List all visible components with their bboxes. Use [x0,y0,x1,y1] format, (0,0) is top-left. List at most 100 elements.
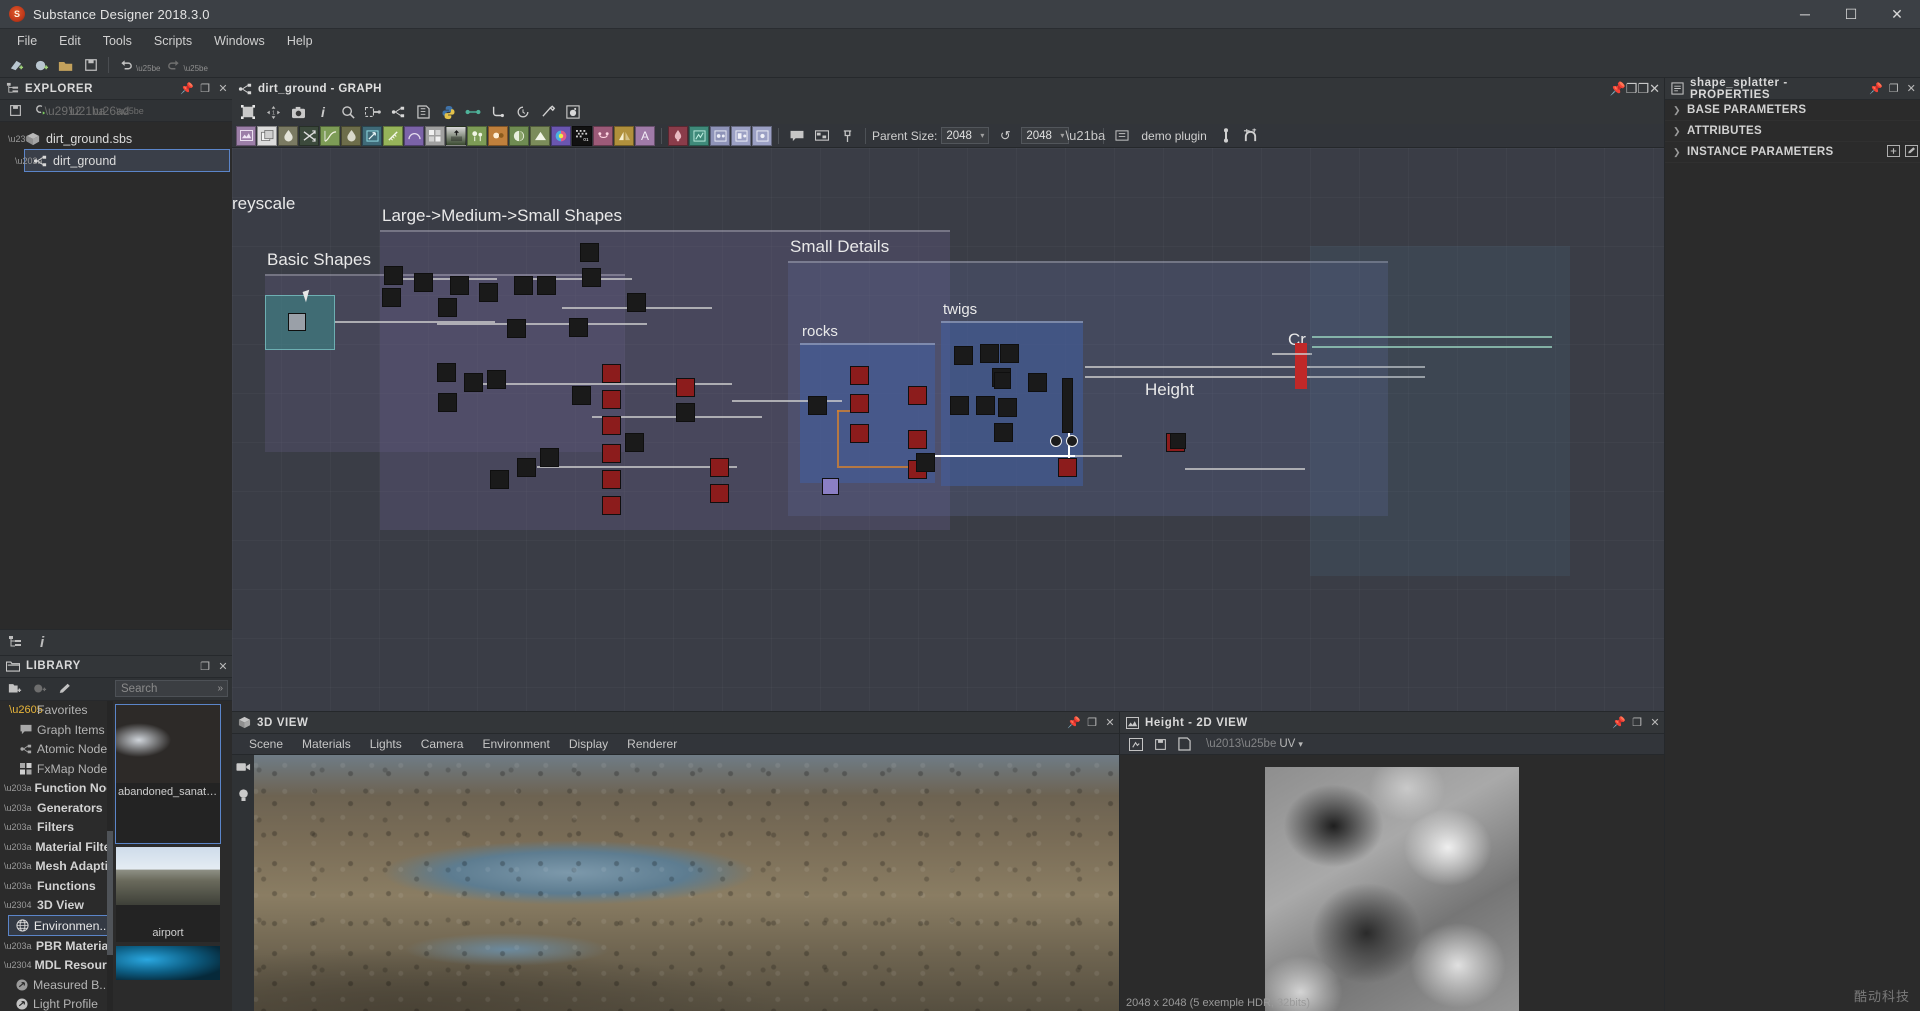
graph-node-icon[interactable] [386,101,410,123]
shuffle-node-icon[interactable] [299,125,319,146]
properties-section-attributes[interactable]: ❯ ATTRIBUTES [1665,121,1920,142]
chevron-right-icon[interactable]: \u203a [15,156,43,166]
view3d-menu-lights[interactable]: Lights [361,734,411,755]
input-node-icon-2[interactable] [731,125,751,146]
graph-node[interactable] [438,298,457,317]
graph-node-red[interactable] [908,430,927,449]
view3d-menu-materials[interactable]: Materials [293,734,360,755]
graph-node-red[interactable] [602,496,621,515]
graph-node[interactable] [998,398,1017,417]
material-node-icon[interactable] [689,125,709,146]
menu-scripts[interactable]: Scripts [143,29,203,53]
graph-node-red[interactable] [908,386,927,405]
snapshot-icon[interactable] [286,101,310,123]
tools-icon[interactable] [536,101,560,123]
python-icon[interactable] [436,101,460,123]
new-package-icon[interactable] [4,54,28,76]
levels-node-icon[interactable] [488,125,508,146]
library-item-environment[interactable]: Environmen... [8,915,110,936]
graph-node[interactable] [1000,344,1019,363]
view3d-menu-camera[interactable]: Camera [412,734,473,755]
graph-node[interactable] [808,396,827,415]
graph-node[interactable] [517,458,536,477]
select-tool-icon[interactable] [236,101,260,123]
menu-file[interactable]: File [6,29,48,53]
library-item-generators[interactable]: \u203a Generators [0,798,113,818]
graph-node[interactable] [414,273,433,292]
text-node-icon[interactable]: A [635,125,655,146]
info-tab[interactable]: i [40,634,44,651]
view-2d-viewport[interactable]: 2048 x 2048 (5 exemple HDR, 32bits) [1120,755,1664,1011]
graph-restore-icon[interactable]: ❐ [1637,81,1649,97]
properties-section-base-parameters[interactable]: ❯ BASE PARAMETERS [1665,100,1920,121]
copy-icon[interactable] [411,101,435,123]
graph-node[interactable] [954,346,973,365]
library-item-graph-items[interactable]: Graph Items [0,720,113,740]
chevron-right-icon[interactable]: ❯ [1673,105,1687,116]
graph-node[interactable] [514,276,533,295]
hsl-node-icon[interactable] [551,125,571,146]
chevron-right-icon[interactable]: \u203a [4,941,32,951]
graph-node-red[interactable] [850,366,869,385]
bitmap-node-icon[interactable] [236,125,256,146]
parent-size-reset-icon[interactable]: ↺ [993,125,1017,147]
mirror-node-icon[interactable] [614,125,634,146]
graph-node-red[interactable] [602,470,621,489]
graph-node[interactable] [490,470,509,489]
chevron-right-icon[interactable]: \u203a [4,803,32,813]
value-node-icon[interactable] [752,125,772,146]
graph-node[interactable] [438,393,457,412]
graph-node[interactable] [994,423,1013,442]
view3d-menu-renderer[interactable]: Renderer [618,734,686,755]
properties-section-instance-parameters[interactable]: ❯ INSTANCE PARAMETERS [1665,142,1920,163]
save-image-icon[interactable] [1150,735,1170,753]
graph-node[interactable] [437,363,456,382]
library-close-icon[interactable]: ✕ [214,655,232,677]
chevron-down-icon[interactable]: \u2304 [4,960,32,970]
library-item-measured-brdf[interactable]: Measured B... [0,975,113,995]
menu-help[interactable]: Help [276,29,324,53]
plugin-menu-icon[interactable] [1110,125,1134,147]
tile-generator-icon[interactable] [425,125,445,146]
library-item-filters[interactable]: \u203a Filters [0,818,113,838]
view3d-menu-display[interactable]: Display [560,734,617,755]
copy-image-icon[interactable] [1174,735,1194,753]
library-item-functions[interactable]: \u203a Functions [0,876,113,896]
transform-node-icon[interactable] [362,125,382,146]
chevron-down-icon[interactable]: \u2304 [8,134,36,144]
library-item-pbr-materials[interactable]: \u203a PBR Materials [0,936,113,956]
add-parameter-icon[interactable] [1884,144,1902,160]
chevron-right-icon[interactable]: \u203a [4,842,32,852]
info-icon[interactable]: i [311,101,335,123]
library-item-favorites[interactable]: \u2605 Favorites [0,701,113,721]
view3d-menu-environment[interactable]: Environment [473,734,558,755]
graph-node[interactable] [382,288,401,307]
graph-node[interactable] [572,386,591,405]
move-tool-icon[interactable]: 1 [261,101,285,123]
library-item-fxmap-nodes[interactable]: FxMap Nodes [0,759,113,779]
redo-icon[interactable] [161,54,185,76]
curve-node-icon[interactable] [320,125,340,146]
view-3d-close-icon[interactable]: ✕ [1101,712,1119,734]
undo-icon[interactable] [114,54,138,76]
input-node-icon[interactable] [361,101,385,123]
pin-icon[interactable] [835,125,859,147]
graph-node[interactable] [976,396,995,415]
library-item-3d-view[interactable]: \u2304 3D View [0,896,113,916]
library-card-environment[interactable]: abandoned_sanatori... [115,703,221,844]
close-icon[interactable]: ✕ [1874,0,1920,29]
tree-row-package[interactable]: \u2304 dirt_ground.sbs [0,128,232,149]
gradient-map-icon[interactable] [446,125,466,146]
reroute-icon[interactable] [486,101,510,123]
graph-node[interactable] [916,453,935,472]
library-item-function-nodes[interactable]: \u203a Function Nodes [0,779,113,799]
output-node-icon[interactable] [710,125,730,146]
graph-node-output[interactable] [1295,343,1307,389]
maximize-icon[interactable]: ☐ [1828,0,1874,29]
pixel-processor-icon[interactable] [593,125,613,146]
graph-node[interactable] [569,318,588,337]
chevron-right-icon[interactable]: ❯ [1673,126,1687,137]
plugin-bone-icon[interactable] [1214,125,1238,147]
graph-link-handle[interactable] [1050,435,1062,447]
library-search-input[interactable]: Search » [115,680,228,697]
